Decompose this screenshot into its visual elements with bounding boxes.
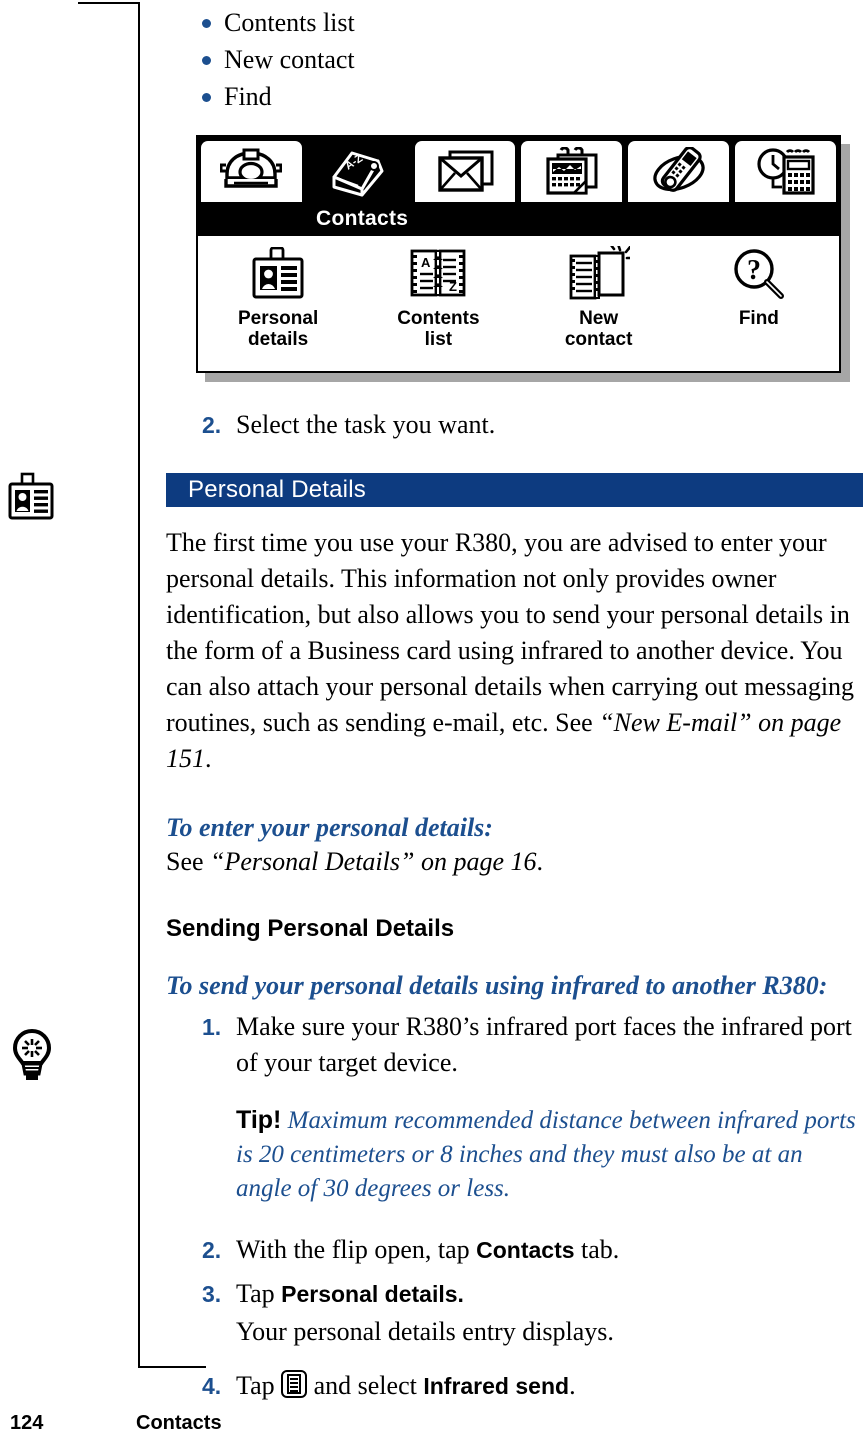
step-text: Select the task you want. (236, 410, 496, 439)
list-item: New contact (166, 41, 863, 78)
enter-details-see-line: See “Personal Details” on page 16. (166, 845, 863, 879)
page-number: 124 (10, 1412, 44, 1434)
lightbulb-tip-icon (8, 1028, 56, 1089)
step-text-pre: Tap (236, 1371, 282, 1400)
ui-reference-contacts: Contacts (476, 1237, 575, 1263)
tip-label: Tip! (236, 1106, 282, 1134)
app-label: Personal details (238, 308, 318, 350)
app-label: Contents list (397, 308, 479, 350)
paragraph-tail: . (205, 744, 212, 773)
section-paragraph: The first time you use your R380, you ar… (166, 525, 863, 777)
step-number: 4. (202, 1373, 222, 1399)
ui-reference-personal-details: Personal details. (281, 1281, 464, 1307)
bullet-dot-icon (202, 56, 211, 65)
device-screenshot-figure: A-Z Contacts Personal details A Z Conten… (196, 135, 850, 382)
page-title: Personal Details (188, 476, 366, 503)
step-number: 1. (202, 1014, 222, 1040)
see-tail: . (536, 847, 544, 876)
device-screen: A-Z Contacts Personal details A Z Conten… (196, 135, 841, 373)
step-text: Make sure your R380’s infrared port face… (236, 1012, 852, 1077)
step-number: 3. (202, 1281, 222, 1307)
device-title-bar: Contacts (198, 202, 839, 236)
subheading-sending-personal-details: Sending Personal Details (166, 915, 455, 942)
step-text-post: tab. (574, 1235, 620, 1264)
step-1: 1. Make sure your R380’s infrared port f… (166, 1009, 863, 1081)
app-label: New contact (565, 308, 633, 350)
app-label-line1: Personal (237, 308, 319, 329)
page-frame-rule-top (78, 2, 140, 4)
tab-contacts[interactable]: A-Z (305, 139, 411, 202)
device-app-grid: Personal details A Z Contents list New c… (198, 236, 839, 367)
subheading-enter-details: To enter your personal details: (166, 813, 493, 842)
magnifier-question-icon: ? (731, 244, 787, 306)
tab-messaging[interactable] (412, 139, 518, 202)
tab-calendar[interactable] (519, 139, 625, 202)
step-text-pre: Tap (236, 1279, 282, 1308)
envelope-messaging-icon (436, 148, 494, 196)
step-4: 4. Tap and select Infrared send. (166, 1368, 863, 1404)
paragraph-plain: The first time you use your R380, you ar… (166, 528, 855, 737)
telephone-icon (220, 148, 283, 196)
bullet-label: Find (224, 82, 272, 111)
page-frame-rule-left (138, 2, 140, 1368)
app-personal-details[interactable]: Personal details (198, 244, 358, 350)
bullet-label: Contents list (224, 8, 355, 37)
app-label-line2: details (248, 329, 309, 350)
a-z-book-icon: A Z (409, 244, 467, 306)
page-content: Contents list New contact Find A-Z Conta… (166, 0, 863, 1404)
device-tab-bar: A-Z (198, 137, 839, 202)
app-label: Find (739, 308, 779, 329)
app-new-contact[interactable]: New contact (519, 244, 679, 350)
see-prefix: See (166, 847, 211, 876)
step-number: 2. (202, 1237, 222, 1263)
step-3-result: Your personal details entry displays. (236, 1317, 614, 1346)
wap-browser-icon (649, 146, 709, 197)
tip-text: Maximum recommended distance between inf… (236, 1107, 856, 1202)
app-label-line1: Contents (397, 308, 480, 329)
new-contact-book-icon (568, 244, 630, 306)
id-card-icon (8, 472, 56, 529)
step-3: 3. Tap Personal details. (166, 1276, 863, 1312)
app-label-line1: Find (738, 308, 779, 329)
step-2: 2. With the flip open, tap Contacts tab. (166, 1232, 863, 1268)
menu-list-icon (281, 1370, 308, 1398)
app-find[interactable]: ? Find (679, 244, 839, 329)
bullet-label: New contact (224, 45, 355, 74)
ui-reference-infrared-send: Infrared send (423, 1373, 570, 1399)
tab-telephone[interactable] (199, 139, 304, 202)
cross-reference-personal-details: “Personal Details” on page 16 (210, 847, 537, 876)
section-header-bar: Personal Details (166, 473, 863, 507)
list-item: Contents list (166, 4, 863, 41)
bullet-dot-icon (202, 93, 211, 102)
tab-extras[interactable] (733, 139, 838, 202)
step-number: 2. (202, 412, 222, 438)
id-card-icon (251, 244, 305, 306)
svg-text:A: A (421, 255, 431, 270)
app-contents-list[interactable]: A Z Contents list (358, 244, 518, 350)
contacts-book-icon: A-Z (328, 147, 388, 197)
subheading-send-via-infrared: To send your personal details using infr… (166, 971, 828, 1000)
svg-text:?: ? (747, 255, 761, 286)
step-text-mid: and select (307, 1371, 424, 1400)
app-label-line1: New (579, 308, 619, 329)
feature-bullet-list: Contents list New contact Find (166, 0, 863, 115)
clock-calculator-extras-icon (756, 147, 816, 197)
step-select-task: 2. Select the task you want. (166, 407, 863, 443)
app-label-line2: contact (564, 329, 633, 350)
calendar-icon (544, 146, 600, 197)
device-title-label: Contacts (316, 207, 409, 230)
app-label-line2: list (424, 329, 453, 350)
chapter-name: Contacts (136, 1412, 222, 1434)
tab-wap-browser[interactable] (626, 139, 732, 202)
step-text-post: . (569, 1371, 576, 1400)
step-text-pre: With the flip open, tap (236, 1235, 477, 1264)
bullet-dot-icon (202, 19, 211, 28)
tip-block: Tip! Maximum recommended distance betwee… (166, 1103, 863, 1206)
list-item: Find (166, 78, 863, 115)
